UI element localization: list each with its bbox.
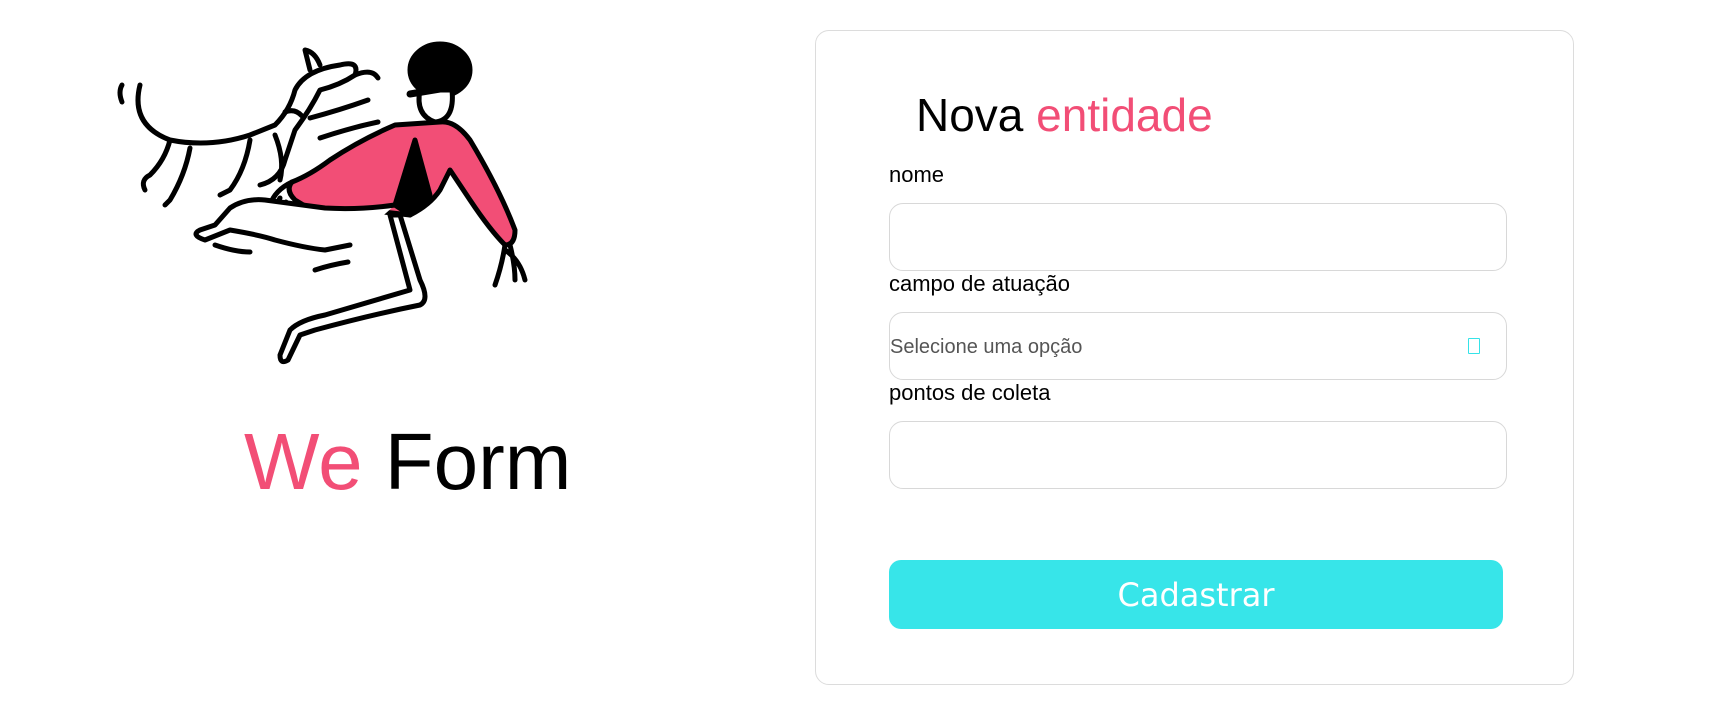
submit-button[interactable]: Cadastrar: [889, 560, 1503, 629]
form-title-accent: entidade: [1036, 89, 1213, 141]
collection-points-input[interactable]: [890, 422, 1506, 488]
brand-title-rest: Form: [384, 417, 572, 506]
brand-title-accent: We: [244, 417, 363, 506]
name-input[interactable]: [890, 204, 1506, 270]
field-of-activity-label: campo de atuação: [889, 271, 1071, 296]
form-title-prefix: Nova: [916, 89, 1024, 141]
collection-points-label: pontos de coleta: [889, 380, 1051, 405]
field-of-activity-select[interactable]: Selecione uma opção: [889, 312, 1507, 380]
entity-form-card: Nova entidade nome campo de atuação Sele…: [815, 30, 1574, 685]
brand-panel: We Form: [110, 30, 610, 530]
name-label: nome: [889, 162, 945, 187]
name-field-wrapper: [889, 203, 1507, 271]
select-placeholder: Selecione uma opção: [890, 336, 1083, 358]
chevron-down-icon: [1468, 338, 1480, 354]
runner-and-dog-illustration: [117, 41, 528, 365]
collection-points-field-wrapper: [889, 421, 1507, 489]
page: We Form Nova entidade nome campo de atua…: [0, 0, 1717, 721]
form-title: Nova entidade: [916, 87, 1213, 143]
brand-title: We Form: [244, 422, 571, 502]
